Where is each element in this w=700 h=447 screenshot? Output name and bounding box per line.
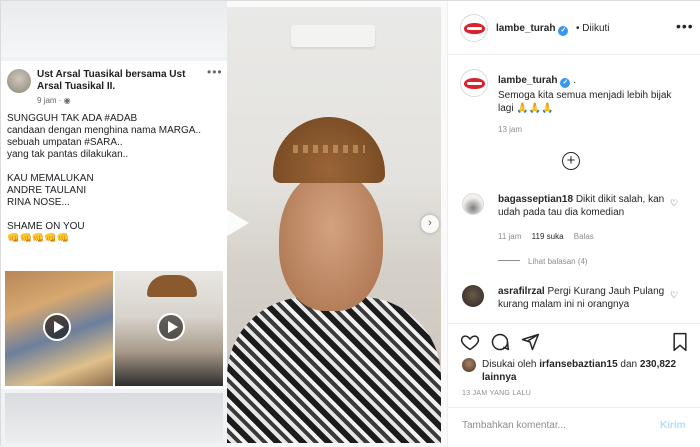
lips-icon — [464, 23, 485, 34]
likes-summary: Disukai oleh irfansebaztian15 dan 230,82… — [482, 358, 692, 384]
lips-icon — [464, 78, 485, 89]
facebook-post-time: 9 jam · ◉ — [37, 96, 71, 105]
liker-avatar[interactable] — [462, 358, 476, 372]
video-play-button[interactable] — [201, 197, 253, 249]
author-username-text[interactable]: lambe_turah — [496, 23, 555, 34]
more-options-icon[interactable]: ••• — [676, 18, 694, 34]
facebook-post-text: SUNGGUH TAK ADA #ADAB candaan dengan men… — [7, 113, 202, 244]
reply-button[interactable]: Balas — [574, 232, 594, 241]
caption-username[interactable]: lambe_turah ✓ . — [498, 75, 576, 88]
comment-time: 11 jam — [498, 232, 522, 241]
likes-prefix: Disukai oleh — [482, 359, 537, 370]
share-send-icon[interactable] — [520, 332, 540, 352]
follow-status[interactable]: • Diikuti — [576, 23, 610, 34]
comment-meta: 11 jam 119 suka Balas — [498, 232, 602, 241]
batik-shirt — [227, 297, 441, 443]
facebook-author-avatar — [7, 69, 31, 93]
comment-item: asrafilrzal Pergi Kurang Jauh Pulang kur… — [498, 285, 668, 313]
post-media: Ust Arsal Tuasikal bersama Ust Arsal Tua… — [1, 1, 447, 447]
facebook-video-thumb-right — [115, 271, 223, 386]
hat-shape — [147, 275, 197, 297]
add-comment-bar: Kirim — [448, 407, 700, 447]
facebook-screenshot: Ust Arsal Tuasikal bersama Ust Arsal Tua… — [1, 1, 227, 447]
comment-like-heart-icon[interactable]: ♡ — [670, 290, 678, 301]
comment-bubble-icon[interactable] — [490, 332, 510, 352]
caption-text: Semoga kita semua menjadi lebih bijak la… — [498, 90, 672, 114]
facebook-video-thumb-left — [5, 271, 113, 386]
comment-username[interactable]: bagasseptian18 — [498, 194, 573, 205]
author-username[interactable]: lambe_turah ✓ — [496, 23, 569, 36]
man-face — [279, 171, 383, 311]
globe-icon: ◉ — [63, 96, 71, 105]
facebook-more-icon: ••• — [207, 65, 223, 79]
comment-username[interactable]: asrafilrzal — [498, 286, 545, 297]
video-frame — [227, 7, 441, 443]
like-heart-icon[interactable] — [460, 332, 480, 352]
post-dialog: Ust Arsal Tuasikal bersama Ust Arsal Tua… — [0, 0, 700, 447]
facebook-bottom-blur — [5, 393, 223, 443]
play-icon — [157, 313, 185, 341]
comment-like-heart-icon[interactable]: ♡ — [670, 198, 678, 209]
peci-hat — [273, 117, 385, 183]
post-side-panel: lambe_turah ✓ • Diikuti ••• lambe_turah ✓ … — [447, 1, 700, 447]
comment-input[interactable] — [462, 420, 642, 431]
comment-likes[interactable]: 119 suka — [532, 232, 564, 241]
post-timestamp: 13 JAM YANG LALU — [462, 390, 532, 397]
comment-item: bagasseptian18 Dikit dikit salah, kan ud… — [498, 193, 668, 219]
verified-badge-icon: ✓ — [560, 78, 571, 88]
play-icon — [43, 313, 71, 341]
post-actions — [448, 323, 700, 359]
post-header: lambe_turah ✓ • Diikuti ••• — [448, 1, 700, 55]
caption-suffix: . — [573, 75, 577, 86]
load-more-comments-icon[interactable]: + — [562, 152, 580, 170]
facebook-top-blur — [1, 1, 227, 57]
comment-avatar[interactable] — [462, 193, 484, 215]
bookmark-icon[interactable] — [670, 332, 690, 352]
facebook-author-name: Ust Arsal Tuasikal bersama Ust Arsal Tua… — [37, 69, 186, 92]
facebook-time-text: 9 jam · — [37, 96, 64, 105]
post-comment-button[interactable]: Kirim — [660, 420, 686, 431]
verified-badge-icon: ✓ — [558, 26, 569, 36]
likes-and: dan — [620, 359, 638, 370]
view-replies-link[interactable]: Lihat balasan (4) — [498, 257, 588, 266]
next-media-button[interactable]: › — [421, 215, 439, 233]
author-avatar[interactable] — [460, 14, 488, 42]
caption-time: 13 jam — [498, 125, 523, 134]
comment-avatar[interactable] — [462, 285, 484, 307]
caption-username-text[interactable]: lambe_turah — [498, 75, 557, 86]
liker-username[interactable]: irfansebaztian15 — [539, 359, 617, 370]
air-conditioner — [291, 25, 375, 47]
caption-avatar[interactable] — [460, 69, 488, 97]
